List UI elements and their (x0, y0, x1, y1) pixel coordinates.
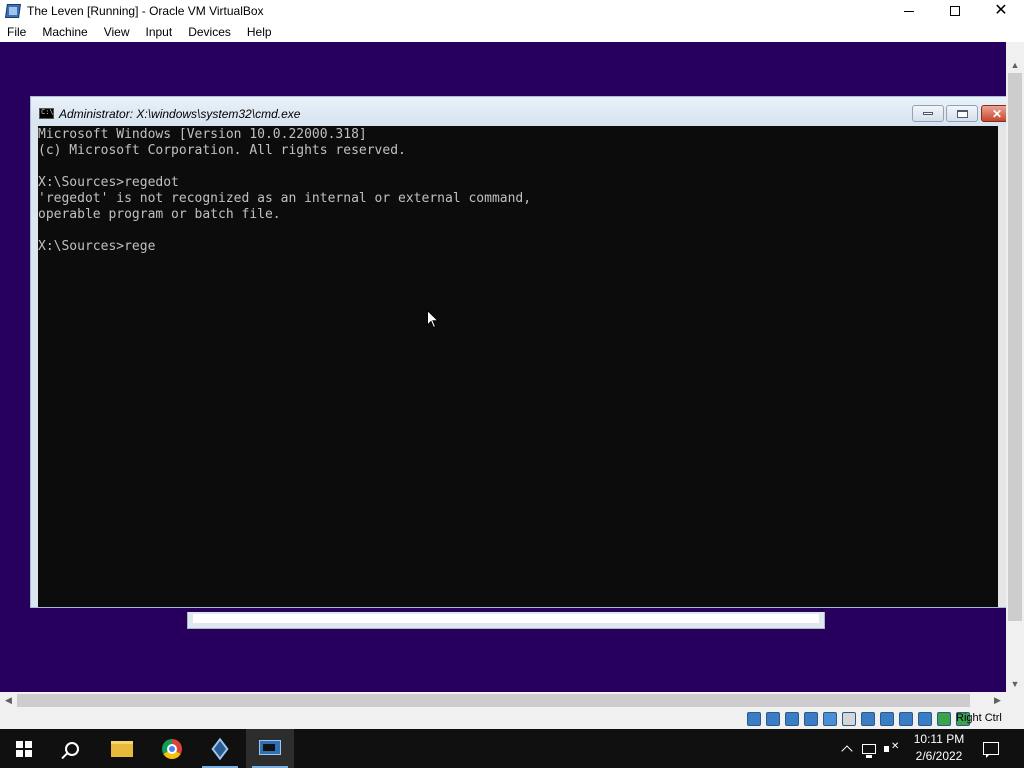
optical-drive-icon[interactable] (766, 712, 780, 726)
menu-machine[interactable]: Machine (34, 25, 95, 39)
vm-window-button[interactable] (246, 729, 294, 768)
taskbar: ✕ 10:11 PM 2/6/2022 (0, 729, 1024, 768)
taskbar-clock[interactable]: 10:11 PM 2/6/2022 (911, 731, 967, 765)
maximize-icon (956, 109, 968, 118)
virtualbox-icon (210, 737, 230, 760)
search-icon (65, 741, 79, 756)
host-minimize-button[interactable] (886, 0, 932, 22)
cmd-icon: C:\ (39, 108, 54, 119)
cmd-scrollbar[interactable] (998, 126, 1006, 607)
scroll-down-icon[interactable]: ▼ (1006, 675, 1024, 692)
display-icon[interactable] (861, 712, 875, 726)
chevron-up-icon (841, 744, 853, 757)
scroll-thumb[interactable] (17, 694, 970, 707)
windows-logo-icon (16, 740, 32, 757)
console-line: Microsoft Windows [Version 10.0.22000.31… (38, 127, 367, 142)
console-input-line[interactable]: X:\Sources>rege (38, 239, 998, 255)
cmd-maximize-button[interactable] (946, 105, 978, 122)
vm-status-bar: Right Ctrl (0, 709, 1024, 729)
menu-view[interactable]: View (96, 25, 138, 39)
cmd-title: Administrator: X:\windows\system32\cmd.e… (59, 107, 301, 121)
cmd-titlebar[interactable]: C:\ Administrator: X:\windows\system32\c… (31, 97, 1006, 126)
vm-window-icon (259, 739, 281, 758)
console-line: 'regedot' is not recognized as an intern… (38, 191, 532, 206)
cmd-console[interactable]: Microsoft Windows [Version 10.0.22000.31… (38, 126, 998, 607)
minimize-icon (923, 112, 933, 115)
host-window-title: The Leven [Running] - Oracle VM VirtualB… (27, 4, 264, 18)
recording-icon[interactable] (880, 712, 894, 726)
menu-devices[interactable]: Devices (180, 25, 239, 39)
close-icon: ✕ (994, 2, 1008, 19)
scroll-left-icon[interactable]: ◀ (0, 692, 17, 709)
audio-icon[interactable] (785, 712, 799, 726)
menu-help[interactable]: Help (239, 25, 280, 39)
close-icon: ✕ (991, 106, 1003, 121)
vt-x-icon[interactable] (918, 712, 932, 726)
notification-icon (983, 741, 999, 758)
menu-input[interactable]: Input (138, 25, 181, 39)
search-button[interactable] (48, 729, 96, 768)
cmd-close-button[interactable]: ✕ (981, 105, 1006, 122)
start-button[interactable] (0, 729, 48, 768)
network-tray-button[interactable] (858, 729, 880, 768)
shared-folders-icon[interactable] (842, 712, 856, 726)
mouse-integration-icon[interactable] (937, 712, 951, 726)
network-icon[interactable] (804, 712, 818, 726)
folder-icon (111, 740, 133, 757)
system-tray: ✕ (836, 729, 902, 768)
scroll-right-icon[interactable]: ▶ (989, 692, 1006, 709)
virtualbox-app-icon (5, 3, 21, 19)
scroll-up-icon[interactable]: ▲ (1006, 56, 1024, 73)
console-line: (c) Microsoft Corporation. All rights re… (38, 143, 406, 158)
minimize-icon (904, 10, 914, 12)
volume-tray-button[interactable]: ✕ (880, 729, 902, 768)
chrome-icon (162, 738, 182, 759)
host-window-titlebar[interactable]: The Leven [Running] - Oracle VM VirtualB… (0, 0, 1024, 22)
maximize-icon (950, 6, 960, 16)
console-line: operable program or batch file. (38, 207, 281, 222)
cmd-window[interactable]: C:\ Administrator: X:\windows\system32\c… (30, 96, 1006, 608)
hard-disk-icon[interactable] (747, 712, 761, 726)
clock-date: 2/6/2022 (915, 749, 963, 763)
host-close-button[interactable]: ✕ (978, 0, 1024, 22)
file-explorer-button[interactable] (98, 729, 146, 768)
usb-icon[interactable] (823, 712, 837, 726)
host-maximize-button[interactable] (932, 0, 978, 22)
virtualbox-manager-button[interactable] (196, 729, 244, 768)
window-bottom-bar (187, 612, 825, 629)
show-hidden-icons-button[interactable] (836, 729, 858, 768)
clock-time: 10:11 PM (913, 732, 965, 746)
notifications-button[interactable] (980, 738, 1002, 758)
menu-file[interactable]: File (0, 25, 34, 39)
cpu-icon[interactable] (899, 712, 913, 726)
network-icon (862, 743, 876, 758)
host-vertical-scrollbar[interactable]: ▲ ▼ (1006, 42, 1024, 692)
guest-display[interactable]: C:\ Administrator: X:\windows\system32\c… (0, 42, 1006, 692)
host-horizontal-scrollbar[interactable]: ◀ ▶ (0, 692, 1006, 709)
host-key-label[interactable]: Right Ctrl (956, 712, 1002, 724)
scroll-thumb[interactable] (1008, 73, 1022, 621)
chrome-button[interactable] (148, 729, 196, 768)
menu-bar: File Machine View Input Devices Help (0, 22, 1024, 42)
volume-muted-icon: ✕ (884, 741, 899, 755)
cmd-minimize-button[interactable] (912, 105, 944, 122)
scroll-corner (1006, 692, 1024, 709)
console-line: X:\Sources>regedot (38, 175, 179, 190)
